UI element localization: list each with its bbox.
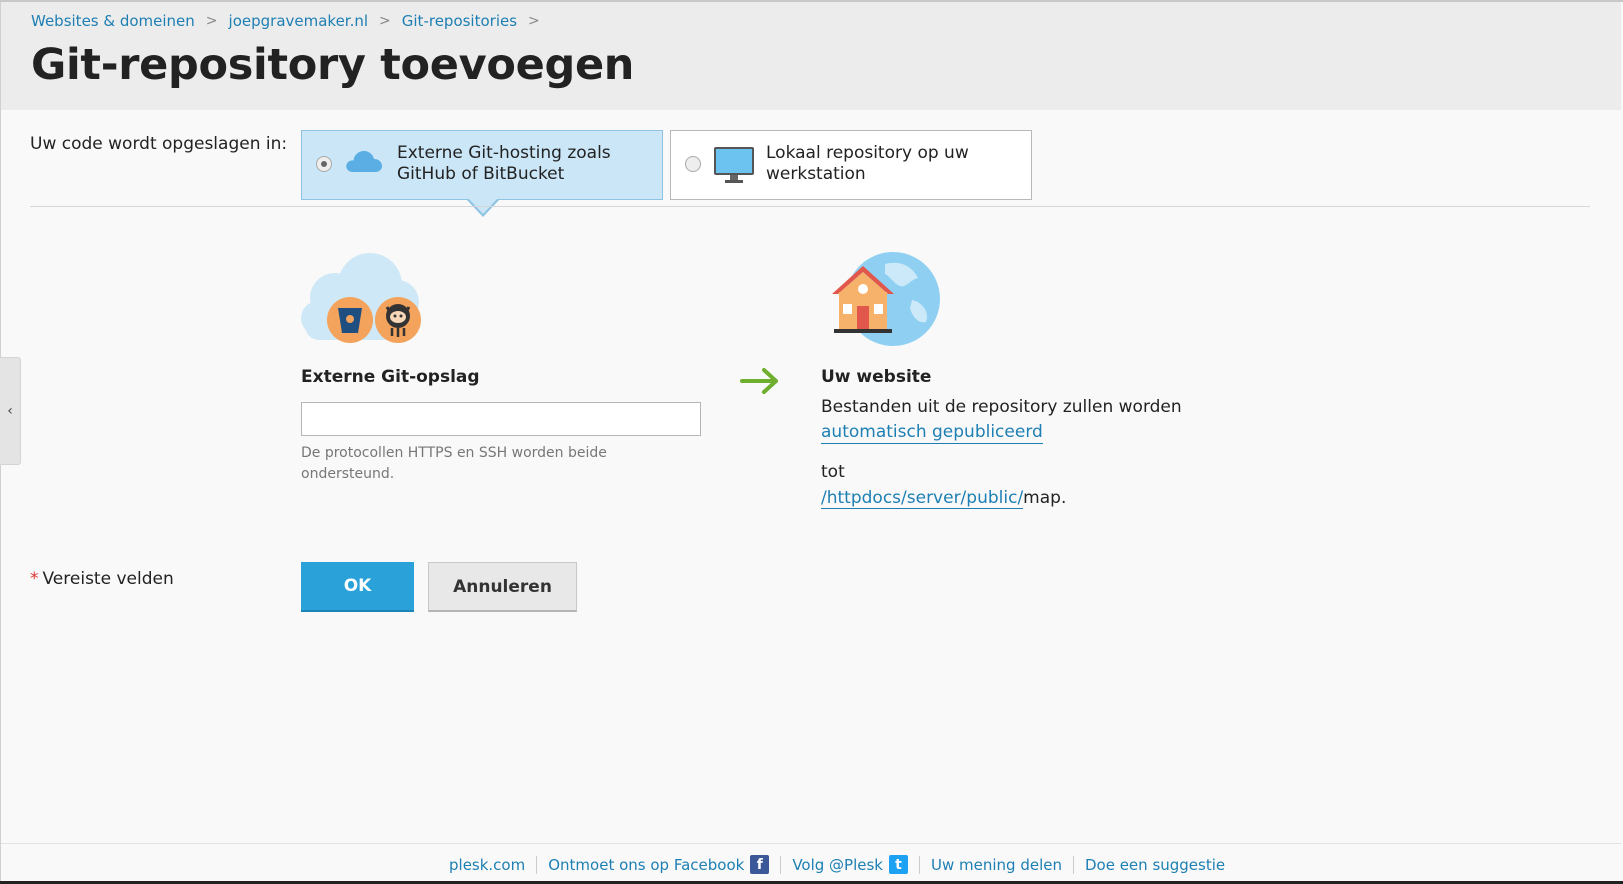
facebook-icon: f — [750, 855, 770, 874]
option-local-repository[interactable]: Lokaal repository op uw werkstation — [670, 130, 1032, 200]
chevron-right-icon: > — [379, 13, 391, 29]
protocol-hint: De protocollen HTTPS en SSH worden beide… — [301, 445, 607, 482]
cloud-git-hosting-icon — [300, 250, 425, 349]
footer-separator — [780, 855, 782, 874]
breadcrumb-git-repositories[interactable]: Git-repositories — [402, 12, 517, 30]
sidebar-collapse-toggle[interactable]: ‹ — [0, 357, 21, 465]
radio-selected-dot — [321, 161, 327, 167]
footer-link-feedback-label: Uw mening delen — [931, 855, 1062, 874]
path-suffix: map. — [1023, 488, 1067, 508]
option-external-git-hosting[interactable]: Externe Git-hosting zoals GitHub of BitB… — [301, 130, 663, 200]
page-title: Git-repository toevoegen — [31, 40, 635, 90]
github-octocat-icon — [375, 297, 421, 343]
bitbucket-icon — [327, 297, 373, 343]
footer-links: plesk.com Ontmoet ons op Facebook f Volg … — [449, 855, 1225, 874]
footer-link-plesk-label: plesk.com — [449, 855, 526, 874]
website-to-text: tot — [821, 462, 845, 482]
required-star: * — [30, 569, 39, 589]
chevron-right-icon: > — [528, 13, 540, 29]
house-globe-icon — [830, 252, 940, 351]
required-fields-note: * Vereiste velden — [30, 569, 174, 589]
monitor-icon — [713, 145, 755, 189]
option-external-label: Externe Git-hosting zoals GitHub of BitB… — [397, 143, 611, 184]
footer-separator — [919, 855, 920, 874]
website-title: Uw website — [821, 367, 932, 387]
footer-separator — [1072, 855, 1074, 874]
storage-location-label: Uw code wordt opgeslagen in: — [30, 134, 288, 154]
external-storage-title: Externe Git-opslag — [301, 367, 480, 387]
breadcrumb-domain[interactable]: joepgravemaker.nl — [229, 12, 369, 30]
page-header: Websites & domeinen > joepgravemaker.nl … — [1, 2, 1621, 110]
breadcrumb-websites-domains[interactable]: Websites & domeinen — [31, 12, 195, 30]
footer-link-plesk[interactable]: plesk.com — [449, 856, 525, 874]
website-path-line: /httpdocs/server/public/map. — [821, 488, 1066, 509]
cloud-icon — [344, 145, 384, 181]
footer-separator — [536, 855, 538, 874]
repository-url-input[interactable] — [301, 402, 701, 436]
arrow-right-icon — [740, 366, 780, 400]
footer-link-facebook-label: Ontmoet ons op Facebook — [548, 855, 745, 874]
chevron-left-icon: ‹ — [7, 403, 13, 419]
auto-publish-link[interactable]: automatisch gepubliceerd — [821, 422, 1043, 444]
option-local-label: Lokaal repository op uw werkstation — [766, 143, 969, 184]
divider — [30, 206, 1590, 207]
required-fields-label: Vereiste velden — [42, 569, 174, 589]
breadcrumb: Websites & domeinen > joepgravemaker.nl … — [31, 12, 551, 30]
footer-link-suggestion-label: Doe een suggestie — [1084, 855, 1226, 874]
footer-link-twitter[interactable]: Volg @Plesk t — [792, 855, 908, 874]
website-description: Bestanden uit de repository zullen worde… — [821, 397, 1182, 417]
footer: plesk.com Ontmoet ons op Facebook f Volg … — [1, 843, 1621, 882]
footer-link-feedback[interactable]: Uw mening delen — [931, 856, 1062, 874]
chevron-right-icon: > — [205, 13, 218, 29]
footer-link-facebook[interactable]: Ontmoet ons op Facebook f — [548, 855, 770, 874]
footer-link-twitter-label: Volg @Plesk — [792, 855, 883, 874]
radio-external[interactable] — [316, 156, 332, 172]
cancel-button[interactable]: Annuleren — [428, 562, 577, 612]
radio-local[interactable] — [685, 156, 701, 172]
twitter-icon: t — [889, 855, 908, 874]
selected-option-pointer — [466, 198, 500, 217]
footer-link-suggestion[interactable]: Doe een suggestie — [1085, 856, 1225, 874]
ok-button[interactable]: OK — [301, 562, 414, 612]
document-root-path-link[interactable]: /httpdocs/server/public/ — [821, 488, 1024, 509]
